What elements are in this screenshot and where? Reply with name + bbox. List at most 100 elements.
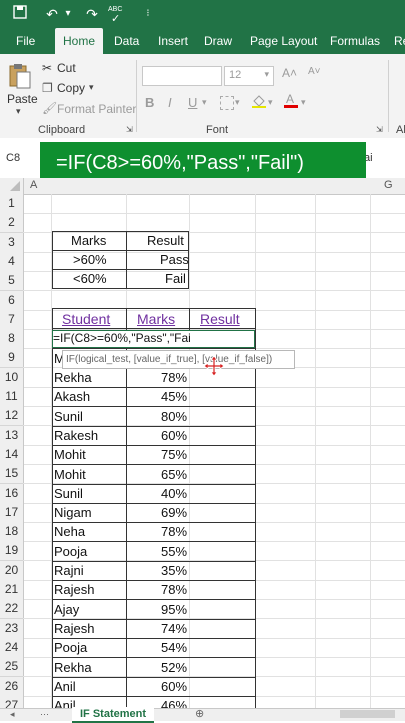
row-header[interactable]: 22 <box>0 599 24 619</box>
row-header[interactable]: 16 <box>0 484 24 504</box>
marks-cell[interactable]: 52% <box>161 658 187 677</box>
student-cell[interactable]: Pooja <box>54 638 87 657</box>
row-header[interactable]: 24 <box>0 638 24 658</box>
criteria-cell[interactable]: >60% <box>73 250 107 269</box>
student-cell[interactable]: Rajesh <box>54 580 94 599</box>
marks-cell[interactable]: 60% <box>161 426 187 445</box>
decrease-font-icon[interactable]: A˅ <box>308 66 321 77</box>
row-header[interactable]: 14 <box>0 445 24 465</box>
horizontal-scrollbar[interactable] <box>340 710 395 718</box>
font-color-dropdown-icon[interactable]: ▾ <box>301 97 306 108</box>
row-header[interactable]: 13 <box>0 426 24 446</box>
marks-cell[interactable]: 55% <box>161 542 187 561</box>
student-cell[interactable]: Rajesh <box>54 619 94 638</box>
sheet-tab-if-statement[interactable]: IF Statement <box>72 707 155 723</box>
row-header[interactable]: 15 <box>0 464 24 484</box>
student-cell[interactable]: Neha <box>54 522 85 541</box>
marks-cell[interactable]: 78% <box>161 580 187 599</box>
marks-cell[interactable]: 75% <box>161 445 187 464</box>
row-header[interactable]: 4 <box>0 252 24 272</box>
row-header[interactable]: 21 <box>0 580 24 600</box>
copy-icon[interactable]: ❐ <box>42 81 53 95</box>
criteria-cell[interactable]: Fail <box>165 269 186 288</box>
quick-access-menu-icon[interactable]: ⁝ <box>138 4 158 24</box>
column-header-g[interactable]: G <box>384 179 393 191</box>
tab-home[interactable]: Home <box>55 28 104 54</box>
marks-cell[interactable]: 40% <box>161 484 187 503</box>
student-cell[interactable]: Sunil <box>54 484 83 503</box>
header-marks[interactable]: Marks <box>137 310 175 329</box>
row-header[interactable]: 5 <box>0 271 24 291</box>
bold-button[interactable]: B <box>145 95 154 110</box>
row-header[interactable]: 10 <box>0 368 24 388</box>
font-color-icon[interactable]: A <box>284 92 298 108</box>
paste-label[interactable]: Paste <box>7 92 38 106</box>
student-cell[interactable]: Pooja <box>54 542 87 561</box>
row-header[interactable]: 8 <box>0 329 24 349</box>
marks-cell[interactable]: 35% <box>161 561 187 580</box>
italic-button[interactable]: I <box>168 95 172 110</box>
format-painter-icon[interactable]: 🖌 <box>42 101 57 115</box>
tab-draw[interactable]: Draw <box>204 28 232 54</box>
student-cell[interactable]: Nigam <box>54 503 92 522</box>
row-header[interactable]: 6 <box>0 291 24 311</box>
student-cell[interactable]: Rakesh <box>54 426 98 445</box>
borders-dropdown-icon[interactable]: ▾ <box>235 97 240 108</box>
copy-dropdown-icon[interactable]: ▾ <box>89 82 94 93</box>
save-icon[interactable] <box>10 4 30 24</box>
marks-cell[interactable]: 69% <box>161 503 187 522</box>
marks-cell[interactable]: 60% <box>161 677 187 696</box>
redo-icon[interactable]: ↷ <box>82 4 102 24</box>
tab-insert[interactable]: Insert <box>158 28 188 54</box>
row-header[interactable]: 17 <box>0 503 24 523</box>
underline-dropdown-icon[interactable]: ▾ <box>202 97 207 108</box>
paste-dropdown-icon[interactable]: ▾ <box>16 106 21 117</box>
borders-icon[interactable] <box>220 96 234 110</box>
marks-cell[interactable]: 80% <box>161 407 187 426</box>
fill-dropdown-icon[interactable]: ▾ <box>268 97 273 108</box>
criteria-header-marks[interactable]: Marks <box>71 231 106 250</box>
column-header-a[interactable]: A <box>30 179 37 191</box>
marks-cell[interactable]: 78% <box>161 522 187 541</box>
spellcheck-icon[interactable]: ABC ✓ <box>108 4 128 25</box>
criteria-cell[interactable]: Pass <box>160 250 189 269</box>
underline-button[interactable]: U <box>188 95 197 110</box>
row-header[interactable]: 12 <box>0 406 24 426</box>
add-sheet-icon[interactable]: ⊕ <box>195 707 204 720</box>
criteria-cell[interactable]: <60% <box>73 269 107 288</box>
row-header[interactable]: 9 <box>0 348 24 368</box>
tab-data[interactable]: Data <box>114 28 139 54</box>
clipboard-launcher-icon[interactable]: ⇲ <box>126 125 133 134</box>
font-launcher-icon[interactable]: ⇲ <box>376 125 383 134</box>
row-header[interactable]: 23 <box>0 619 24 639</box>
font-size-select[interactable]: 12 ▾ <box>224 66 274 86</box>
student-cell[interactable]: Anil <box>54 677 76 696</box>
paste-button[interactable] <box>8 62 32 90</box>
tab-formulas[interactable]: Formulas <box>330 28 380 54</box>
row-header[interactable]: 26 <box>0 677 24 697</box>
tab-review[interactable]: Re <box>394 28 405 54</box>
fill-color-icon[interactable] <box>252 94 266 108</box>
criteria-header-result[interactable]: Result <box>147 231 184 250</box>
row-header[interactable]: 1 <box>0 194 24 214</box>
undo-dropdown-icon[interactable]: ▾ <box>58 4 78 24</box>
increase-font-icon[interactable]: A˄ <box>282 66 297 80</box>
row-header[interactable]: 20 <box>0 561 24 581</box>
row-header[interactable]: 25 <box>0 657 24 677</box>
cut-icon[interactable]: ✂ <box>42 61 52 75</box>
row-header[interactable]: 2 <box>0 213 24 233</box>
row-header[interactable]: 19 <box>0 541 24 561</box>
student-cell[interactable]: Sunil <box>54 407 83 426</box>
student-cell[interactable]: Rekha <box>54 368 92 387</box>
student-cell[interactable]: Mohit <box>54 445 86 464</box>
marks-cell[interactable]: 95% <box>161 600 187 619</box>
student-cell[interactable]: Rekha <box>54 658 92 677</box>
row-header[interactable]: 11 <box>0 387 24 407</box>
header-student[interactable]: Student <box>62 310 110 329</box>
copy-button[interactable]: Copy <box>57 81 85 95</box>
format-painter-button[interactable]: Format Painter <box>57 102 136 116</box>
editing-formula-text[interactable]: =IF(C8>=60%,"Pass","Fai <box>53 329 191 348</box>
row-header[interactable]: 18 <box>0 522 24 542</box>
tab-page-layout[interactable]: Page Layout <box>250 28 317 54</box>
marks-cell[interactable]: 78% <box>161 368 187 387</box>
